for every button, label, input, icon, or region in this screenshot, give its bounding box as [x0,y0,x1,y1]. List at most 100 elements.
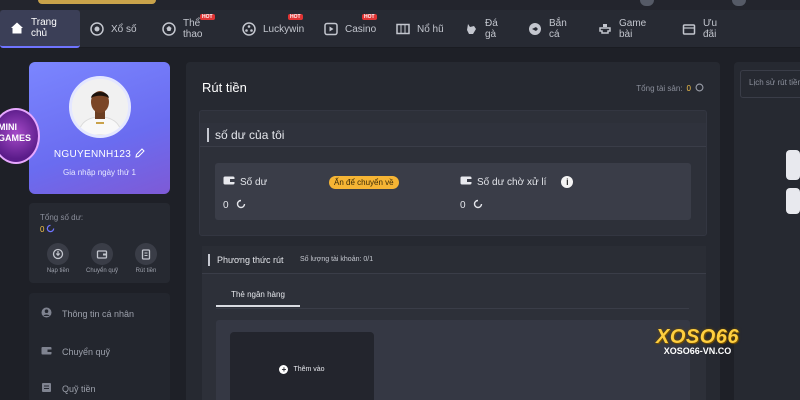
nav-label: Ưu đãi [703,18,718,40]
info-icon[interactable]: i [561,176,574,188]
nav-item-card-games[interactable]: Game bài [588,10,672,48]
refresh-icon[interactable] [473,199,483,212]
nav-item-home[interactable]: Trang chủ [0,10,80,48]
pending-column: Số dư chờ xử lí i 0 [460,175,574,212]
hot-badge: HOT [362,14,377,20]
nav-label: Đá gà [485,18,498,40]
side-menu: Thông tin cá nhân Chuyển quỹ Quỹ tiền [29,293,170,400]
balance-label: Số dư [240,176,268,188]
luckywin-icon [242,22,256,36]
nav-item-slots[interactable]: Nổ hũ [386,10,454,48]
pending-row: Số dư chờ xử lí i [460,175,574,189]
empty-state-icon [786,150,800,214]
withdraw-history-title: Lịch sử rút tiền [740,70,800,98]
balance-row: Số dư [223,175,267,189]
total-assets-value: 0 [686,84,691,93]
nav-label: Bắn cá [549,18,567,40]
tab-divider [216,308,689,309]
total-assets-label: Tổng tài sản: [636,84,683,93]
total-balance-label: Tổng số dư: [40,213,84,222]
side-item-fund[interactable]: Quỹ tiền [41,382,96,395]
lottery-icon [90,22,104,36]
withdraw-panel: Rút tiền Tổng tài sản: 0 số dư của tôi S… [186,62,720,400]
pending-label: Số dư chờ xử lí [477,176,547,188]
nav-item-promotions[interactable]: Ưu đãi [672,10,742,48]
top-strip [0,0,800,10]
refresh-icon[interactable] [46,224,55,235]
nav-item-fishing[interactable]: Bắn cá [518,10,588,48]
nav-item-luckywin[interactable]: Luckywin HOT [232,10,314,48]
page-title: Rút tiền [202,80,247,95]
nav-label: Nổ hũ [417,23,444,35]
tab-bank-card[interactable]: Thẻ ngân hàng [216,282,300,307]
add-label: Thêm vào [293,366,325,373]
top-indicator [640,0,654,6]
side-item-profile[interactable]: Thông tin cá nhân [41,307,134,320]
section-title: Phương thức rút [217,255,284,265]
username: NGUYENNH123 [29,148,170,160]
wallet-icon [223,175,235,189]
header-bar [208,254,210,266]
total-assets: Tổng tài sản: 0 [636,83,704,94]
deposit-label: Nạp tiền [46,268,70,274]
username-text: NGUYENNH123 [53,149,132,160]
side-item-label: Chuyển quỹ [62,346,111,357]
edit-icon[interactable] [135,148,145,160]
account-count: Số lượng tài khoản: 0/1 [300,256,374,263]
withdraw-label: Rút tiền [135,268,157,274]
add-bank-card-button[interactable]: + Thêm vào [230,332,374,400]
refresh-icon[interactable] [236,199,246,212]
nav-item-cockfight[interactable]: Đá gà [454,10,518,48]
nav-label: Thể thao [183,18,203,40]
balance-value: 0 [223,200,229,211]
deposit-icon [47,243,69,265]
nav-item-sports[interactable]: Thể thao HOT [152,10,232,48]
transfer-back-button[interactable]: Ấn để chuyển về [329,176,399,189]
user-icon [41,307,52,320]
side-item-transfer[interactable]: Chuyển quỹ [41,345,110,358]
transfer-label: Chuyển quỹ [85,268,119,274]
nav-item-casino[interactable]: Casino HOT [314,10,386,48]
avatar[interactable] [69,76,131,138]
nav-label: Xổ số [111,23,137,35]
slot-icon [396,22,410,36]
balance-amount: 0 [223,199,267,212]
top-indicator [732,0,746,6]
transfer-button[interactable]: Chuyển quỹ [85,243,119,274]
gift-icon [682,22,696,36]
pending-value: 0 [460,200,466,211]
logo-domain: XOSO66-VN.CO [663,346,732,356]
nav-label: Game bài [619,18,647,40]
nav-item-lottery[interactable]: Xổ số [80,10,152,48]
hot-badge: HOT [288,14,303,20]
wallet-card: Tổng số dư: 0 Nạp tiền Chuyển quỹ Rút ti… [29,203,170,283]
section-title: số dư của tôi [215,128,285,142]
top-banner-edge [38,0,156,4]
nav-label: Trang chủ [31,17,57,39]
withdraw-method-section: Phương thức rút Số lượng tài khoản: 0/1 … [202,246,706,400]
transfer-icon [91,243,113,265]
nav-label: Luckywin [263,23,305,35]
cards-icon [598,22,612,36]
section-header: Phương thức rút Số lượng tài khoản: 0/1 [202,246,706,274]
history-panel: Lịch sử rút tiền [734,62,800,400]
balance-details: Số dư 0 Ấn để chuyển về Số dư chờ xử lí … [215,163,691,220]
main-nav: Trang chủ Xổ số Thể thao HOT Luckywin HO… [0,10,800,48]
total-balance-value: 0 [40,224,55,235]
hot-badge: HOT [200,14,215,20]
brand-logo: XOSO66 XOSO66-VN.CO [656,326,739,356]
wallet-actions: Nạp tiền Chuyển quỹ Rút tiền [41,243,163,274]
fund-icon [41,382,52,395]
home-icon [10,21,24,35]
total-balance-number: 0 [40,225,45,234]
plus-icon: + [279,365,289,374]
pending-amount: 0 [460,199,573,212]
withdraw-icon [135,243,157,265]
refresh-icon[interactable] [695,83,704,94]
my-balance-section: số dư của tôi Số dư 0 Ấn để chuyển về Số… [199,110,707,236]
bank-cards-area: + Thêm vào [216,320,690,400]
deposit-button[interactable]: Nạp tiền [41,243,75,274]
wallet-icon [460,175,472,189]
withdraw-button[interactable]: Rút tiền [129,243,163,274]
header-bar [207,128,209,142]
